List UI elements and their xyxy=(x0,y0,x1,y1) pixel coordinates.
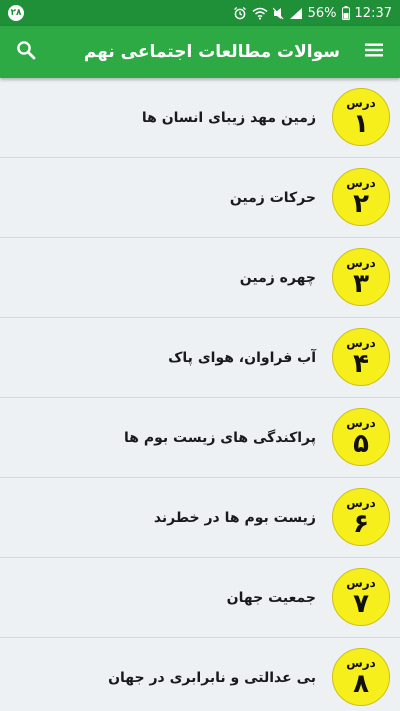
lesson-title: حرکات زمین xyxy=(229,189,316,206)
lesson-title: زمین مهد زیبای انسان ها xyxy=(141,109,316,126)
lesson-number: ۴ xyxy=(353,349,369,379)
lesson-number: ۵ xyxy=(353,429,369,459)
lesson-number: ۷ xyxy=(353,589,369,619)
lesson-title: جمعیت جهان xyxy=(226,589,316,606)
lesson-badge-label: درس xyxy=(346,656,376,670)
lesson-number: ۲ xyxy=(353,189,369,219)
lesson-title: پراکندگی های زیست بوم ها xyxy=(124,429,316,446)
wifi-icon xyxy=(252,7,268,20)
status-bar: ۲۸ 56% 12:37 xyxy=(0,0,400,26)
lesson-number: ۳ xyxy=(353,269,369,299)
lesson-badge-label: درس xyxy=(346,496,376,510)
lesson-badge: درس ۳ xyxy=(332,248,390,306)
notification-badge: ۲۸ xyxy=(8,5,24,21)
app-bar: سوالات مطالعات اجتماعی نهم xyxy=(0,26,400,78)
lesson-badge: درس ۸ xyxy=(332,648,390,706)
lesson-badge-label: درس xyxy=(346,96,376,110)
lesson-list: درس ۱ زمین مهد زیبای انسان ها درس ۲ حرکا… xyxy=(0,78,400,711)
lesson-number: ۶ xyxy=(353,509,369,539)
lesson-badge-label: درس xyxy=(346,256,376,270)
lesson-badge-label: درس xyxy=(346,176,376,190)
lesson-number: ۸ xyxy=(353,669,369,699)
alarm-icon xyxy=(233,6,247,20)
lesson-badge: درس ۲ xyxy=(332,168,390,226)
lesson-item-5[interactable]: درس ۵ پراکندگی های زیست بوم ها xyxy=(0,398,400,478)
clock: 12:37 xyxy=(354,5,392,21)
status-right: 56% 12:37 xyxy=(233,6,392,21)
menu-button[interactable] xyxy=(358,36,390,68)
lesson-badge: درس ۶ xyxy=(332,488,390,546)
battery-percent: 56% xyxy=(307,5,337,21)
lesson-title: زیست بوم ها در خطرند xyxy=(153,509,316,526)
lesson-item-1[interactable]: درس ۱ زمین مهد زیبای انسان ها xyxy=(0,78,400,158)
search-button[interactable] xyxy=(10,36,42,68)
lesson-title: بی عدالتی و نابرابری در جهان xyxy=(108,669,316,686)
lesson-item-4[interactable]: درس ۴ آب فراوان، هوای پاک xyxy=(0,318,400,398)
status-left: ۲۸ xyxy=(8,5,24,21)
search-icon xyxy=(16,40,36,64)
lesson-title: آب فراوان، هوای پاک xyxy=(168,349,316,366)
lesson-item-3[interactable]: درس ۳ چهره زمین xyxy=(0,238,400,318)
lesson-badge: درس ۱ xyxy=(332,88,390,146)
battery-icon xyxy=(341,6,350,20)
lesson-badge-label: درس xyxy=(346,576,376,590)
hamburger-menu-icon xyxy=(364,42,384,62)
lesson-badge: درس ۵ xyxy=(332,408,390,466)
lesson-badge: درس ۴ xyxy=(332,328,390,386)
mute-icon xyxy=(272,7,284,20)
lesson-item-6[interactable]: درس ۶ زیست بوم ها در خطرند xyxy=(0,478,400,558)
lesson-badge-label: درس xyxy=(346,416,376,430)
lesson-item-8[interactable]: درس ۸ بی عدالتی و نابرابری در جهان xyxy=(0,638,400,711)
lesson-item-7[interactable]: درس ۷ جمعیت جهان xyxy=(0,558,400,638)
lesson-item-2[interactable]: درس ۲ حرکات زمین xyxy=(0,158,400,238)
lesson-badge-label: درس xyxy=(346,336,376,350)
lesson-badge: درس ۷ xyxy=(332,568,390,626)
lesson-number: ۱ xyxy=(353,109,369,139)
page-title: سوالات مطالعات اجتماعی نهم xyxy=(83,42,340,62)
signal-icon xyxy=(289,7,303,20)
lesson-title: چهره زمین xyxy=(239,269,316,286)
